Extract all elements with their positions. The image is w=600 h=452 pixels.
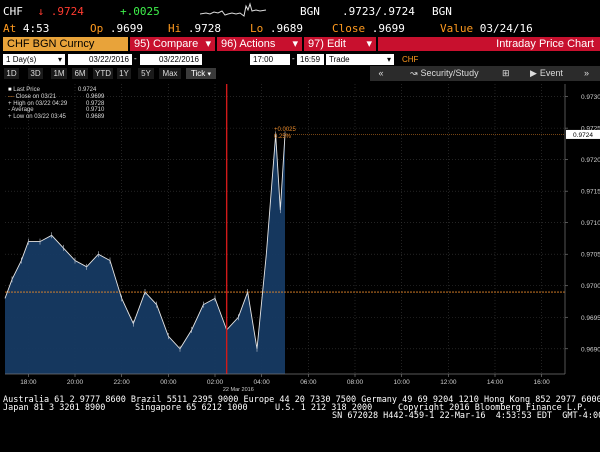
ticker-row-2: At 4:53 <box>3 22 50 35</box>
bid-source: BGN <box>300 5 320 18</box>
expand-right-icon[interactable]: » <box>584 66 594 81</box>
x-tick-label: 14:00 <box>487 379 504 386</box>
y-tick-label: 0.9695 <box>581 315 600 322</box>
period-1d[interactable]: 1D <box>4 68 19 79</box>
net-change: +.0025 <box>120 5 160 18</box>
chart-legend: ■ Last Price — Close on 03/21 0.9699 + Hi… <box>8 87 105 121</box>
y-tick-label: 0.9715 <box>581 189 600 196</box>
y-tick-label: 0.9700 <box>581 283 600 290</box>
ticker-row-1: CHF ↓ .9724 <box>3 5 84 18</box>
x-tick-label: 04:00 <box>254 379 271 386</box>
collapse-left-icon[interactable]: « <box>374 66 388 81</box>
period-tick[interactable]: Tick ▾ <box>186 68 216 79</box>
x-tick-label: 02:00 <box>207 379 224 386</box>
x-tick-label: 22:00 <box>114 379 131 386</box>
end-date-field[interactable]: 03/22/2016 <box>140 54 202 65</box>
y-tick-label: 0.9730 <box>581 94 600 101</box>
page-title: Intraday Price Chart <box>378 37 600 51</box>
ask-source: BGN <box>432 5 452 18</box>
actions-button[interactable]: 96) Actions ▾ <box>217 37 302 51</box>
period-1y[interactable]: 1Y <box>117 68 131 79</box>
last-price: .9724 <box>50 5 84 18</box>
last-price-tag-label: 0.9724 <box>573 132 593 139</box>
y-tick-label: 0.9710 <box>581 220 600 227</box>
y-tick-label: 0.9690 <box>581 346 600 353</box>
compare-button[interactable]: 95) Compare ▾ <box>130 37 215 51</box>
legend-last-value: 0.9724 <box>78 87 97 93</box>
end-time-field[interactable]: 16:59 <box>297 54 324 65</box>
x-date-label: 22 Mar 2016 <box>223 387 254 393</box>
chart-toolbar: « ↝ Security/Study ⊞ ▶ Event » <box>370 66 600 81</box>
legend-average: - Average 0.9710 <box>8 107 105 114</box>
value-date-field: Value 03/24/16 <box>440 22 533 35</box>
interval-field[interactable]: 1 Day(s) ▾ <box>3 54 65 65</box>
security-study-button[interactable]: ↝ Security/Study <box>410 66 479 81</box>
start-date-field[interactable]: 03/22/2016 <box>68 54 132 65</box>
period-5y[interactable]: 5Y <box>138 68 154 79</box>
x-tick-label: 00:00 <box>160 379 177 386</box>
event-select[interactable]: Trade ▾ <box>326 54 394 65</box>
footer: Australia 61 2 9777 8600 Brazil 5511 239… <box>0 395 600 426</box>
y-tick-label: 0.9720 <box>581 157 600 164</box>
footer-serial: SN 672028 H442-459-1 22-Mar-16 4:53:53 E… <box>332 411 600 421</box>
x-tick-label: 08:00 <box>347 379 364 386</box>
edit-button[interactable]: 97) Edit ▾ <box>304 37 376 51</box>
period-3d[interactable]: 3D <box>28 68 43 79</box>
date-separator: - <box>134 54 137 63</box>
x-tick-label: 12:00 <box>440 379 457 386</box>
currency-setting[interactable]: CHF <box>402 54 418 65</box>
time-separator: - <box>292 54 295 63</box>
footer-singapore: Singapore 65 6212 1000 <box>135 403 248 413</box>
legend-low: + Low on 03/22 03:45 0.9689 <box>8 114 105 121</box>
period-6m[interactable]: 6M <box>72 68 88 79</box>
period-ytd[interactable]: YTD <box>93 68 113 79</box>
sparkline <box>200 2 267 17</box>
open-field: Op .9699 <box>90 22 143 35</box>
legend-close: — Close on 03/21 0.9699 <box>8 93 105 100</box>
security-field[interactable]: CHF BGN Curncy <box>3 37 128 51</box>
chart-settings-icon[interactable]: ⊞ <box>502 66 512 81</box>
high-field: Hi .9728 <box>168 22 221 35</box>
x-tick-label: 18:00 <box>20 379 37 386</box>
period-max[interactable]: Max <box>159 68 181 79</box>
x-tick-label: 10:00 <box>394 379 411 386</box>
change-annotation: +0.0025 0.25% <box>274 127 296 140</box>
legend-high: + High on 03/22 04:29 0.9728 <box>8 100 105 107</box>
footer-japan: Japan 81 3 3201 8900 <box>3 403 106 413</box>
y-tick-label: 0.9705 <box>581 252 600 259</box>
x-tick-label: 16:00 <box>534 379 551 386</box>
bid-ask: .9723/.9724 <box>342 5 415 18</box>
x-tick-label: 20:00 <box>67 379 84 386</box>
period-1m[interactable]: 1M <box>51 68 67 79</box>
x-tick-label: 06:00 <box>300 379 317 386</box>
quote-time: 4:53 <box>22 22 50 35</box>
currency-label: CHF <box>3 5 23 18</box>
start-time-field[interactable]: 17:00 <box>250 54 290 65</box>
low-field: Lo .9689 <box>250 22 303 35</box>
down-arrow-icon: ↓ <box>37 5 45 18</box>
price-chart[interactable]: 0.9690 0.9695 0.9700 0.9705 0.9710 0.9715 0.97… <box>0 82 600 395</box>
event-button[interactable]: ▶ Event <box>530 66 563 81</box>
close-field: Close .9699 <box>332 22 405 35</box>
legend-last: ■ Last Price <box>8 87 40 93</box>
